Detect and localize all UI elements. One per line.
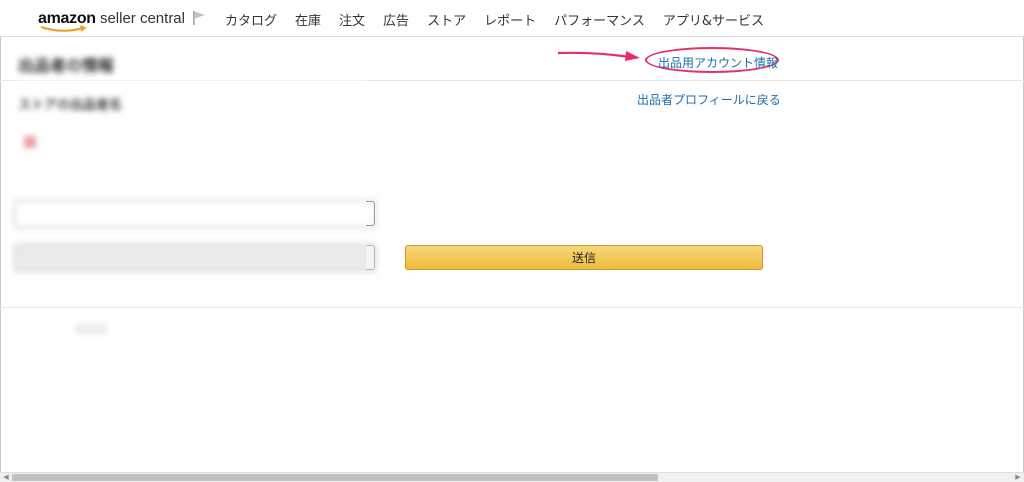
title-divider	[0, 80, 1024, 81]
scrollbar-thumb[interactable]	[12, 474, 658, 481]
footer-divider	[0, 307, 1024, 308]
flag-icon[interactable]	[192, 10, 206, 26]
horizontal-scrollbar[interactable]: ◀ ▶	[0, 472, 1024, 482]
annotation-arrow	[557, 51, 640, 61]
blurred-footer	[36, 316, 106, 342]
nav-advertising[interactable]: 広告	[383, 10, 409, 29]
seller-central-logo[interactable]: amazon seller central	[38, 8, 185, 32]
nav-stores[interactable]: ストア	[427, 10, 466, 29]
nav-reports[interactable]: レポート	[484, 10, 536, 29]
main-nav: カタログ 在庫 注文 広告 ストア レポート パフォーマンス アプリ&サービス	[225, 10, 782, 29]
amazon-smile-icon	[40, 25, 87, 32]
input-edge	[366, 201, 375, 226]
scroll-right-arrow-icon[interactable]: ▶	[1012, 473, 1024, 482]
top-header: amazon seller central カタログ 在庫 注文 広告 ストア …	[0, 0, 1024, 37]
cancel-button[interactable]	[14, 244, 376, 272]
display-name-input[interactable]	[14, 200, 376, 228]
nav-apps-services[interactable]: アプリ&サービス	[663, 10, 764, 29]
store-name-heading: ストアの出品者名	[18, 98, 123, 113]
seller-account-info-link[interactable]: 出品用アカウント情報	[658, 54, 778, 71]
page-title: 出品者の情報	[18, 56, 115, 75]
cancel-button-edge	[366, 245, 375, 270]
blurred-form-panel: ストアの出品者名	[12, 82, 376, 304]
logo-seller-central-text: seller central	[95, 10, 185, 27]
scroll-left-arrow-icon[interactable]: ◀	[0, 473, 12, 482]
store-icon	[24, 136, 36, 148]
language-select[interactable]	[76, 325, 106, 333]
nav-performance[interactable]: パフォーマンス	[554, 10, 645, 29]
nav-orders[interactable]: 注文	[339, 10, 365, 29]
back-to-seller-profile-link[interactable]: 出品者プロフィールに戻る	[637, 91, 781, 108]
submit-button[interactable]: 送信	[405, 245, 763, 270]
nav-catalog[interactable]: カタログ	[225, 10, 277, 29]
nav-inventory[interactable]: 在庫	[295, 10, 321, 29]
